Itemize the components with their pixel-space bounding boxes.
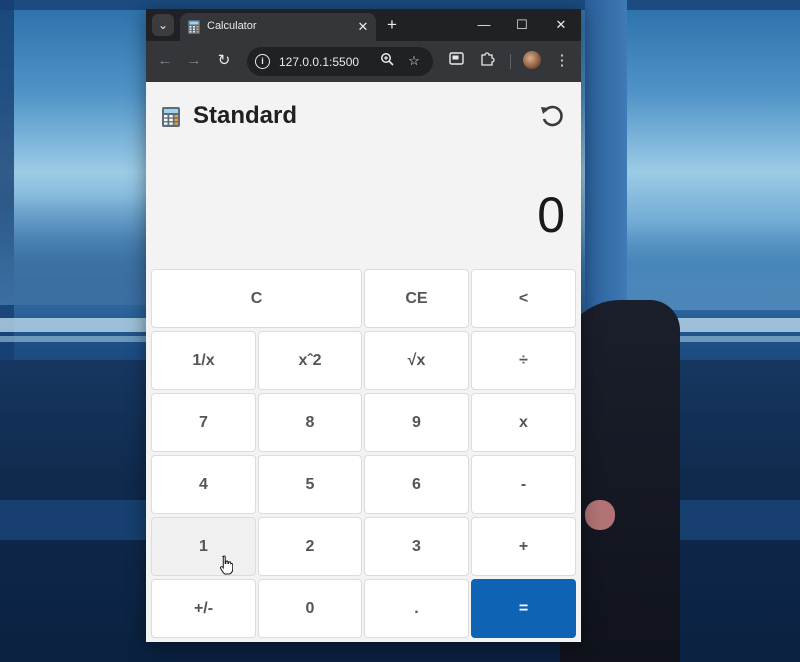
digit-6-button[interactable]: 6 [364,455,469,514]
close-tab-button[interactable]: ✕ [354,18,372,36]
calculator-icon [162,107,180,127]
address-bar[interactable]: i 127.0.0.1:5500 ☆ [247,47,433,76]
forward-icon: → [186,52,202,69]
digit-7-button[interactable]: 7 [151,393,256,452]
reload-icon: ↻ [217,52,231,69]
history-icon [541,105,563,127]
add-button[interactable]: + [471,517,576,576]
avatar[interactable] [523,51,541,69]
digit-2-button[interactable]: 2 [258,517,362,576]
browser-toolbar: ← → ↻ i 127.0.0.1:5500 ☆ ⋮ [146,41,581,82]
reciprocal-button[interactable]: 1/x [151,331,256,390]
digit-0-button[interactable]: 0 [258,579,362,638]
extensions-icon [480,52,495,66]
picture-in-picture-button[interactable] [446,51,466,71]
page-title: Standard [193,102,298,129]
digit-5-button[interactable]: 5 [258,455,362,514]
browser-window: ⌄ Calculator ✕ + — ☐ ✕ ← → ↻ i 127.0.0.1… [146,9,581,642]
hand-cursor-icon [220,555,233,575]
result-display: 0 [537,187,565,243]
equals-button[interactable]: = [471,579,576,638]
digit-1-button[interactable]: 1 [151,517,256,576]
picture-in-picture-icon [448,52,464,65]
close-icon: ✕ [555,17,567,32]
calculator-icon [188,20,200,34]
history-button[interactable] [538,102,566,130]
new-tab-button[interactable]: + [382,15,402,35]
forward-button[interactable]: → [184,51,204,71]
back-button[interactable]: ← [155,51,175,71]
clear-button[interactable]: C [151,269,362,328]
minimize-button[interactable]: — [470,14,498,36]
toolbar-divider [510,54,511,69]
calculator-app: Standard 0 C CE < 1/x xˆ2 √x ÷ 7 8 9 x 4… [146,82,581,642]
reload-button[interactable]: ↻ [214,51,234,71]
zoom-button[interactable] [378,52,396,70]
chevron-down-icon: ⌄ [157,18,169,32]
maximize-button[interactable]: ☐ [508,14,536,36]
maximize-icon: ☐ [516,17,528,32]
digit-8-button[interactable]: 8 [258,393,362,452]
minimize-icon: — [477,17,491,32]
back-icon: ← [157,52,173,69]
digit-3-button[interactable]: 3 [364,517,469,576]
decimal-button[interactable]: . [364,579,469,638]
keypad: C CE < 1/x xˆ2 √x ÷ 7 8 9 x 4 5 6 - 1 2 … [151,269,576,638]
tab-calculator[interactable]: Calculator ✕ [180,13,376,41]
close-window-button[interactable]: ✕ [547,14,575,36]
info-icon[interactable]: i [255,54,270,69]
divide-button[interactable]: ÷ [471,331,576,390]
tab-search-button[interactable]: ⌄ [152,14,174,36]
subtract-button[interactable]: - [471,455,576,514]
tab-strip: ⌄ Calculator ✕ + — ☐ ✕ [146,9,581,41]
star-icon: ☆ [408,53,420,68]
more-icon: ⋮ [554,52,570,69]
square-button[interactable]: xˆ2 [258,331,362,390]
multiply-button[interactable]: x [471,393,576,452]
bookmark-button[interactable]: ☆ [405,52,423,70]
sqrt-button[interactable]: √x [364,331,469,390]
digit-9-button[interactable]: 9 [364,393,469,452]
menu-button[interactable]: ⋮ [552,51,572,71]
clear-entry-button[interactable]: CE [364,269,469,328]
extensions-button[interactable] [477,51,497,71]
digit-4-button[interactable]: 4 [151,455,256,514]
tab-title: Calculator [207,20,257,32]
backspace-button[interactable]: < [471,269,576,328]
negate-button[interactable]: +/- [151,579,256,638]
url-text[interactable]: 127.0.0.1:5500 [279,55,359,69]
zoom-icon [381,53,394,66]
